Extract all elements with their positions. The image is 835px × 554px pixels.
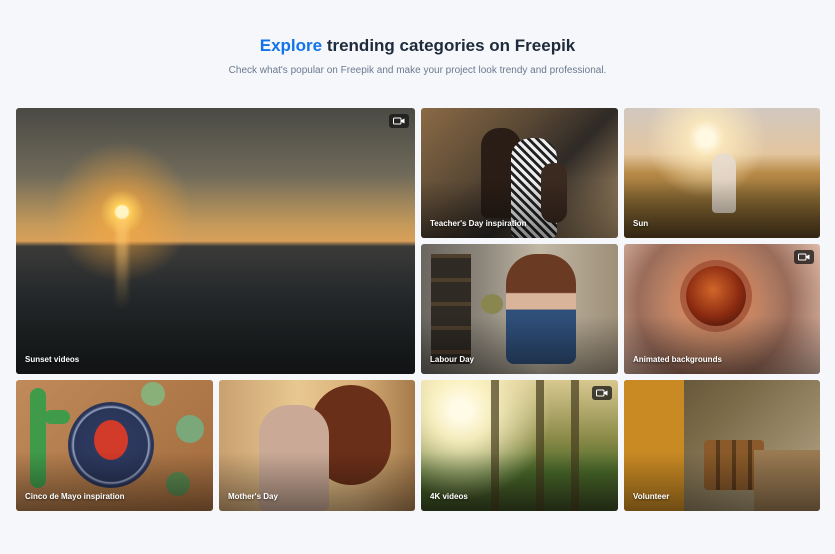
video-camera-icon [393,117,405,125]
tile-label: Sun [633,219,649,228]
title-accent: Explore [259,36,323,55]
category-tile-teachers-day[interactable]: Teacher's Day inspiration [421,108,618,238]
tile-label: Animated backgrounds [633,355,722,364]
tile-label: Volunteer [633,492,670,501]
tile-label: Sunset videos [25,355,80,364]
tile-label: 4K videos [430,492,468,501]
tile-label: Mother's Day [228,492,278,501]
video-badge [794,250,814,264]
title-rest: trending categories on Freepik [322,36,576,55]
category-grid: Sunset videos Teacher's Day inspiration … [16,108,820,511]
video-badge [592,386,612,400]
category-tile-sun[interactable]: Sun [624,108,820,238]
video-camera-icon [798,253,810,261]
category-tile-sunset-videos[interactable]: Sunset videos [16,108,415,374]
tile-label: Cinco de Mayo inspiration [25,492,125,501]
tile-label: Teacher's Day inspiration [430,219,527,228]
video-badge [389,114,409,128]
tile-label: Labour Day [430,355,475,364]
category-tile-4k-videos[interactable]: 4K videos [421,380,618,511]
category-tile-labour-day[interactable]: Labour Day [421,244,618,374]
section-subtitle: Check what's popular on Freepik and make… [228,65,607,76]
category-tile-mothers-day[interactable]: Mother's Day [219,380,415,511]
category-tile-cinco-de-mayo[interactable]: Cinco de Mayo inspiration [16,380,213,511]
video-camera-icon [596,389,608,397]
category-tile-volunteer[interactable]: Volunteer [624,380,820,511]
section-title: Explore trending categories on Freepik [0,36,835,56]
category-tile-animated-backgrounds[interactable]: Animated backgrounds [624,244,820,374]
